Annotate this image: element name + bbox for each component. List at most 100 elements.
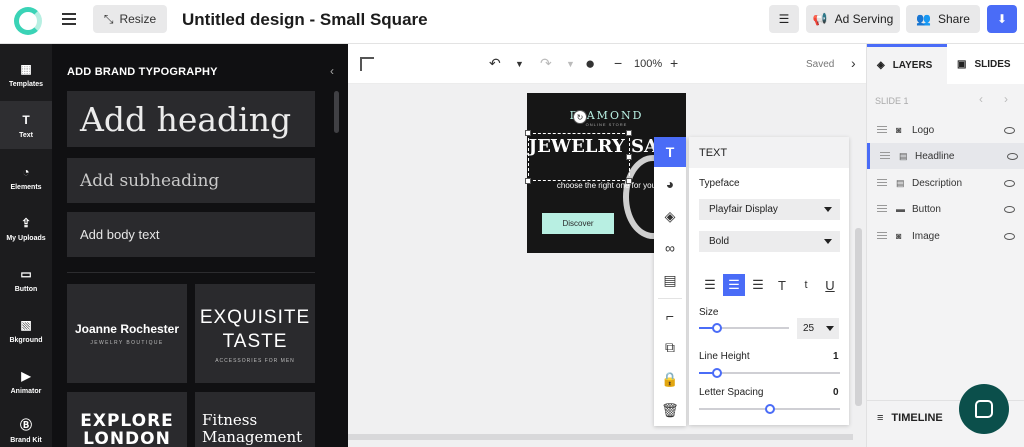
resize-handle[interactable] — [525, 130, 531, 136]
selection-box[interactable] — [528, 133, 630, 181]
share-button[interactable]: 👥 Share — [906, 5, 980, 33]
chevron-left-icon[interactable]: ‹ — [979, 92, 983, 106]
resize-button[interactable]: ⤡ Resize — [93, 5, 167, 33]
layer-row-image[interactable]: ◙ Image — [867, 223, 1024, 249]
tab-slides[interactable]: ▣ SLIDES — [947, 44, 1024, 84]
slider-knob[interactable] — [712, 368, 723, 378]
drag-handle-icon[interactable] — [877, 178, 887, 188]
chevron-right-icon[interactable]: › — [1004, 92, 1008, 106]
letter-spacing-slider[interactable] — [699, 404, 840, 414]
eye-icon[interactable] — [1004, 232, 1015, 240]
duplicate-icon[interactable]: ⧉ — [654, 332, 686, 362]
animation-icon[interactable]: ▤ — [654, 265, 686, 295]
ruler-icon[interactable] — [360, 57, 374, 71]
typeface-select[interactable]: Playfair Display — [699, 199, 840, 220]
design-logo[interactable]: DIAMOND — [527, 109, 686, 122]
collapse-panel-icon[interactable]: ‹ — [330, 64, 334, 78]
resize-handle[interactable] — [626, 178, 632, 184]
add-body-text-tile[interactable]: Add body text — [67, 212, 315, 257]
comments-button[interactable]: ☰ — [769, 5, 799, 33]
play-icon[interactable]: ● — [585, 54, 595, 74]
resize-handle[interactable] — [626, 154, 632, 160]
lock-icon[interactable]: 🔒 — [654, 364, 686, 394]
size-slider[interactable] — [699, 323, 789, 333]
app-logo[interactable] — [14, 7, 42, 35]
zoom-out-icon[interactable]: − — [614, 55, 622, 71]
rail-item-text[interactable]: T Text — [0, 101, 52, 149]
layer-row-button[interactable]: ▬ Button — [867, 196, 1024, 222]
slider-knob[interactable] — [764, 404, 775, 414]
rail-item-templates[interactable]: ▦ Templates — [0, 50, 52, 98]
text-tool-icon[interactable]: T — [654, 137, 686, 167]
rail-item-brand-kit[interactable]: Ⓑ Brand Kit — [0, 406, 52, 447]
drag-handle-icon[interactable] — [877, 231, 887, 241]
redo-history-icon[interactable]: ▼ — [566, 59, 575, 69]
paint-roller-icon[interactable]: ⌐ — [654, 301, 686, 331]
rail-label: Bkground — [9, 336, 43, 344]
rail-item-elements[interactable]: ◔ Elements — [0, 153, 52, 201]
font-weight-select[interactable]: Bold — [699, 231, 840, 252]
drag-handle-icon[interactable] — [880, 151, 890, 161]
eye-icon[interactable] — [1004, 205, 1015, 213]
letter-spacing-value: 0 — [833, 387, 839, 398]
horizontal-scrollbar[interactable] — [348, 434, 853, 440]
document-title[interactable]: Untitled design - Small Square — [182, 10, 428, 30]
rail-item-background[interactable]: ▧ Bkground — [0, 306, 52, 354]
add-heading-tile[interactable]: Add heading — [67, 91, 315, 147]
vertical-scrollbar[interactable] — [855, 228, 862, 406]
trash-icon[interactable]: 🗑 — [654, 395, 686, 425]
underline-icon[interactable]: U — [819, 274, 841, 296]
menu-icon[interactable] — [62, 13, 76, 25]
text-preset-card[interactable]: Fitness Management — [195, 392, 315, 447]
size-select[interactable]: 25 — [797, 318, 839, 339]
rail-item-button[interactable]: ▭ Button — [0, 255, 52, 303]
add-subheading-tile[interactable]: Add subheading — [67, 158, 315, 203]
text-preset-card[interactable]: EXQUISITE TASTE ACCESSORIES FOR MEN — [195, 284, 315, 383]
undo-icon[interactable]: ↶ — [489, 55, 501, 72]
layer-row-logo[interactable]: ◙ Logo — [867, 117, 1024, 143]
tab-layers[interactable]: ◈ LAYERS — [867, 44, 947, 84]
layer-row-description[interactable]: ▤ Description — [867, 170, 1024, 196]
rail-item-uploads[interactable]: ⇪ My Uploads — [0, 204, 52, 252]
rail-label: Templates — [8, 80, 44, 88]
eye-icon[interactable] — [1007, 152, 1018, 160]
tab-layers-label: LAYERS — [892, 60, 933, 71]
card-main-text: Fitness Management — [202, 411, 303, 446]
panel-scrollbar[interactable] — [334, 91, 339, 133]
slider-knob[interactable] — [712, 323, 722, 333]
redo-icon[interactable]: ↷ — [540, 55, 552, 72]
drag-handle-icon[interactable] — [877, 204, 887, 214]
rail-item-animator[interactable]: ▶ Animator — [0, 357, 52, 405]
resize-handle[interactable] — [525, 178, 531, 184]
drag-handle-icon[interactable] — [877, 125, 887, 135]
zoom-level[interactable]: 100% — [634, 58, 662, 70]
rail-label: Brand Kit — [10, 436, 42, 444]
chat-support-button[interactable] — [959, 384, 1009, 434]
link-icon[interactable]: ∞ — [654, 233, 686, 263]
align-center-icon[interactable]: ☰ — [723, 274, 745, 296]
line-height-slider[interactable] — [699, 368, 840, 378]
resize-handle[interactable] — [626, 130, 632, 136]
align-right-icon[interactable]: ☰ — [747, 274, 769, 296]
design-button[interactable]: Discover — [542, 213, 614, 234]
eye-icon[interactable] — [1004, 179, 1015, 187]
text-preset-card[interactable]: EXPLORE LONDON — [67, 392, 187, 447]
layer-name: Button — [912, 203, 941, 215]
ad-serving-button[interactable]: 📢 Ad Serving — [806, 5, 900, 33]
lowercase-icon[interactable]: t — [795, 274, 817, 296]
text-align-group: ☰ ☰ ☰ T t U — [699, 274, 841, 296]
palette-icon[interactable]: ◕ — [654, 169, 686, 199]
eye-icon[interactable] — [1004, 126, 1015, 134]
layer-row-headline[interactable]: ▤ Headline — [867, 143, 1024, 169]
rail-label: Animator — [10, 387, 42, 395]
text-preset-card[interactable]: Joanne Rochester JEWELRY BOUTIQUE — [67, 284, 187, 383]
uppercase-icon[interactable]: T — [771, 274, 793, 296]
rotate-icon[interactable]: ↻ — [573, 110, 587, 124]
undo-history-icon[interactable]: ▼ — [515, 59, 524, 69]
zoom-in-icon[interactable]: + — [670, 55, 678, 71]
chevron-right-icon[interactable]: › — [851, 55, 856, 71]
download-button[interactable]: ⬇ — [987, 5, 1017, 33]
layers-icon[interactable]: ◈ — [654, 201, 686, 231]
timeline-icon: ≡ — [877, 412, 884, 424]
align-left-icon[interactable]: ☰ — [699, 274, 721, 296]
